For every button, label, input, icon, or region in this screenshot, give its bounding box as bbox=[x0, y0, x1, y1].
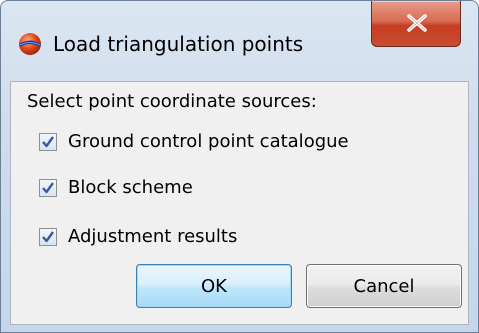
cancel-button[interactable]: Cancel bbox=[306, 264, 462, 308]
app-sphere-icon bbox=[18, 32, 42, 56]
checkbox-adjustment-results[interactable] bbox=[39, 228, 57, 246]
option-ground-control-catalogue[interactable]: Ground control point catalogue bbox=[39, 129, 349, 155]
close-button[interactable] bbox=[371, 1, 461, 47]
checkbox-ground-control-catalogue[interactable] bbox=[39, 133, 57, 151]
checkbox-block-scheme[interactable] bbox=[39, 179, 57, 197]
title-bar[interactable]: Load triangulation points bbox=[1, 1, 478, 81]
option-adjustment-results[interactable]: Adjustment results bbox=[39, 224, 237, 250]
window-title: Load triangulation points bbox=[53, 32, 304, 56]
option-block-scheme[interactable]: Block scheme bbox=[39, 175, 193, 201]
close-icon bbox=[407, 14, 427, 32]
option-label: Adjustment results bbox=[68, 226, 238, 247]
prompt-label: Select point coordinate sources: bbox=[27, 91, 317, 112]
option-label: Ground control point catalogue bbox=[68, 131, 349, 152]
option-label: Block scheme bbox=[68, 177, 193, 198]
ok-button[interactable]: OK bbox=[136, 264, 292, 308]
checkmark-icon bbox=[42, 182, 54, 194]
checkmark-icon bbox=[42, 136, 54, 148]
checkmark-icon bbox=[42, 231, 54, 243]
dialog-window: Load triangulation points Select point c… bbox=[0, 0, 479, 333]
